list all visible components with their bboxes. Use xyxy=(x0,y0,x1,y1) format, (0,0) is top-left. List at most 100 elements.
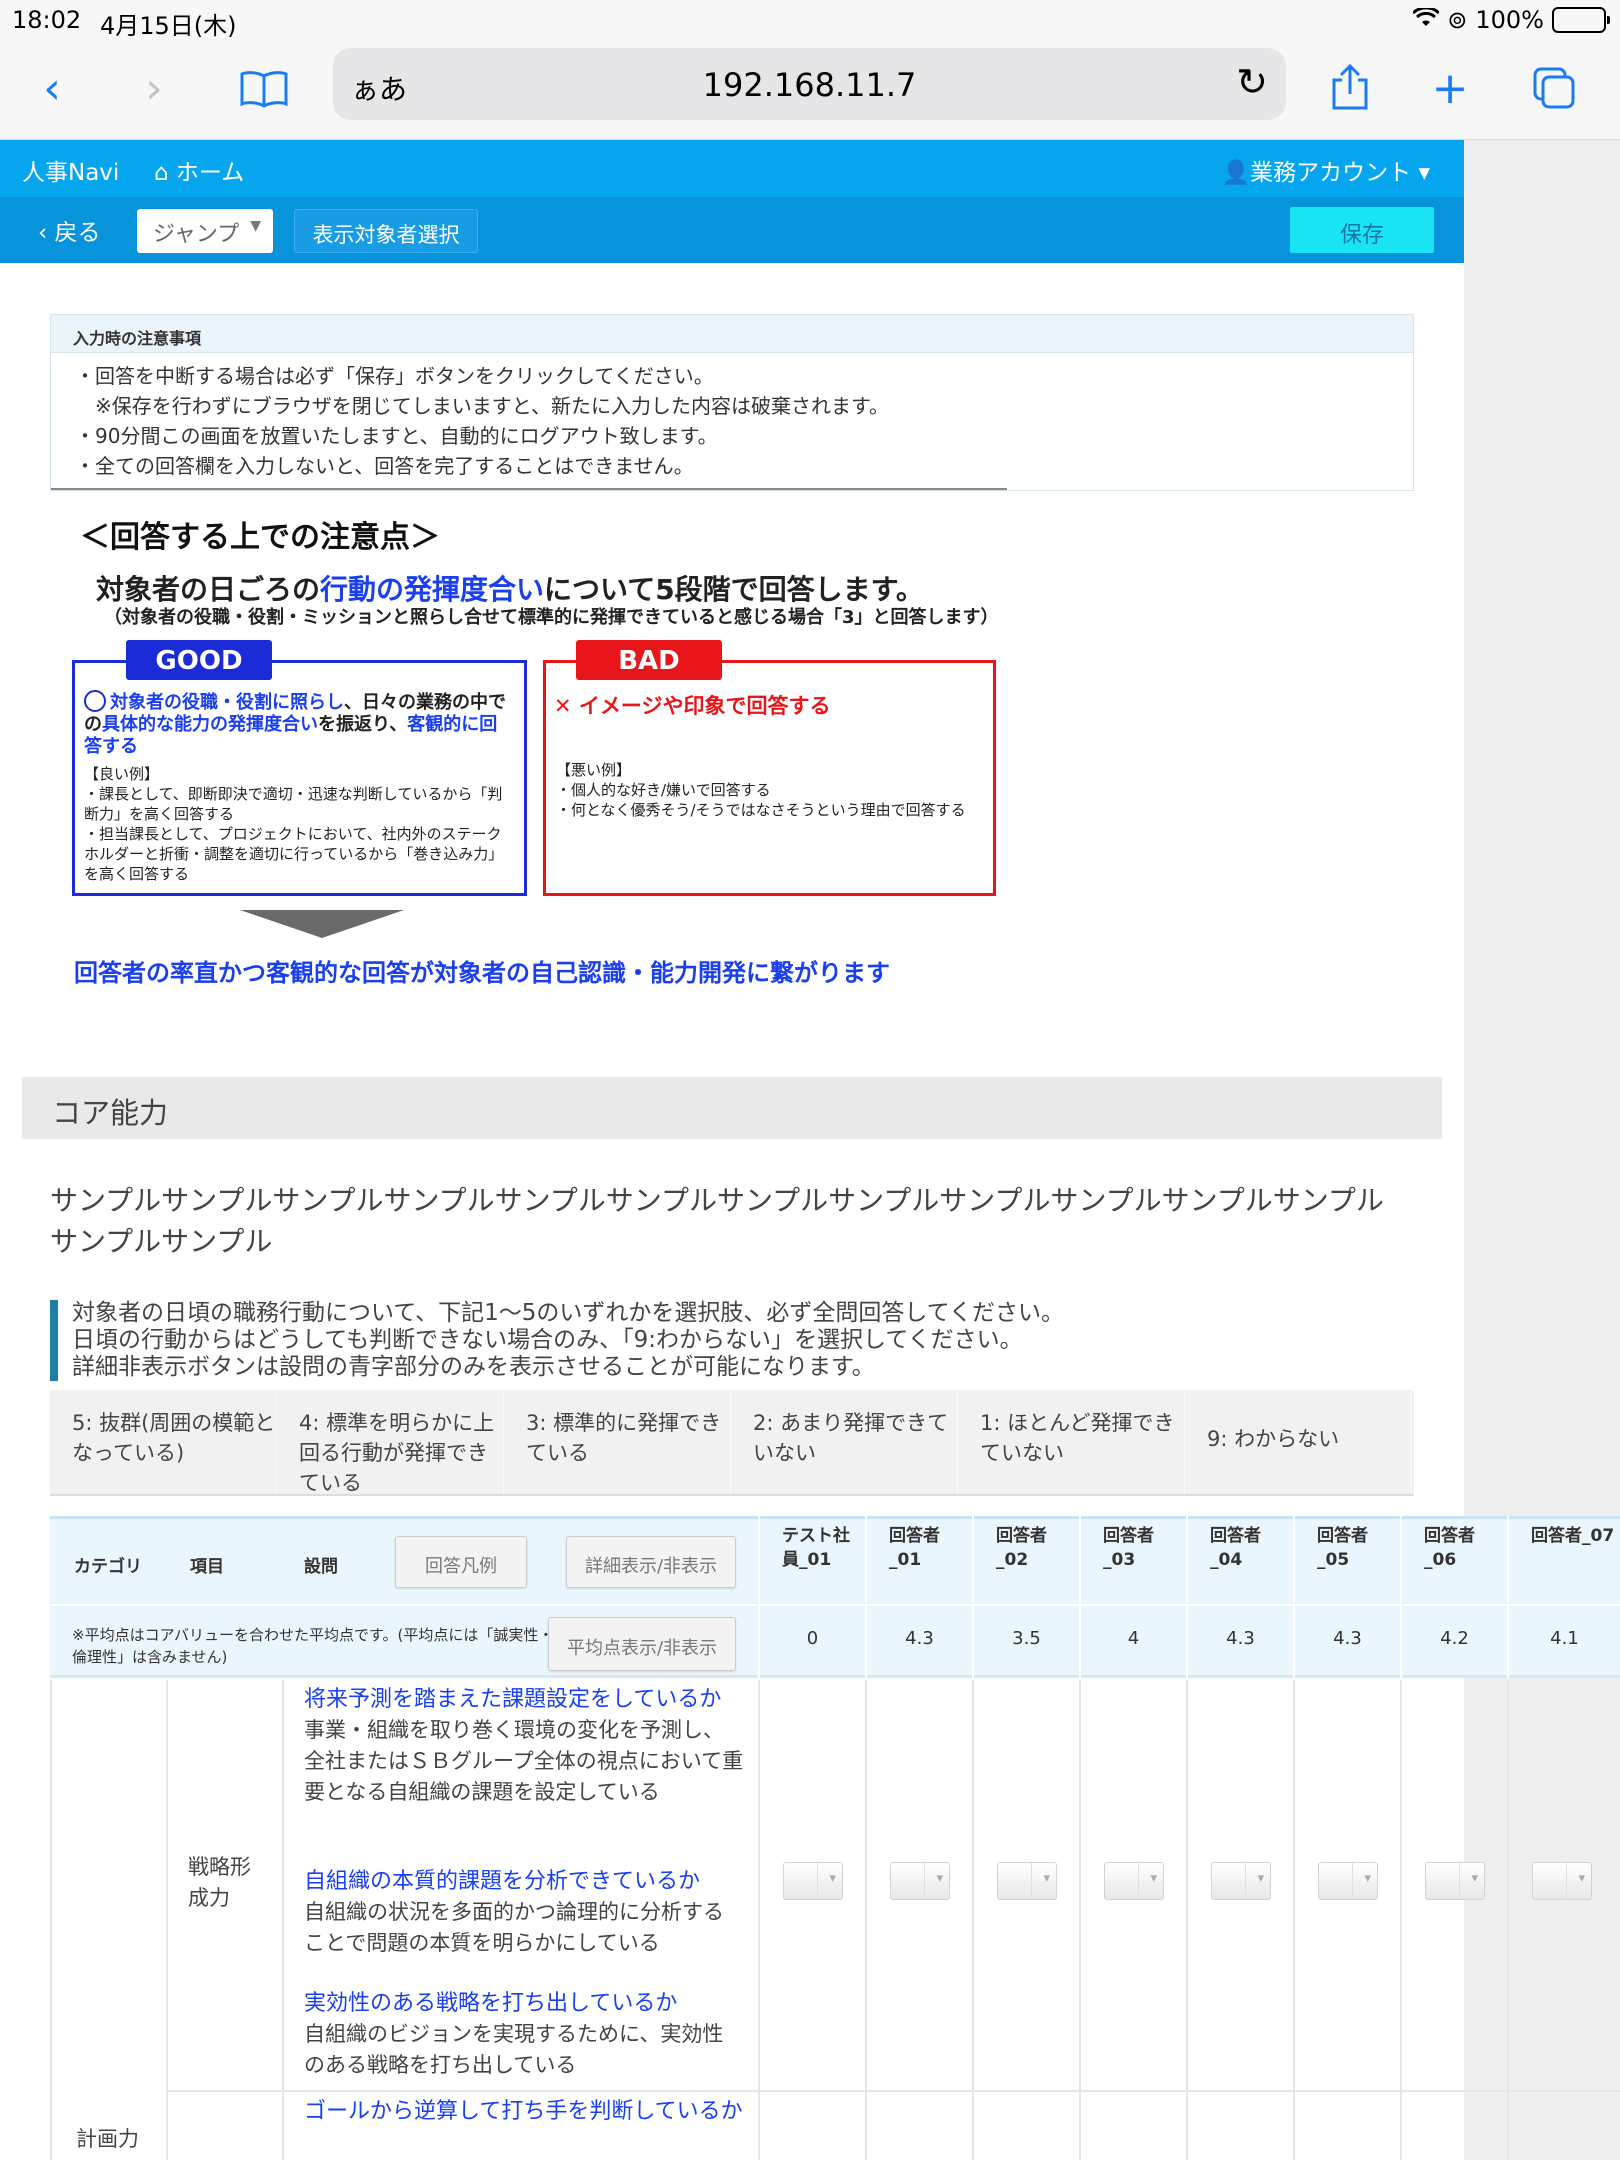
instruction-line: 詳細非表示ボタンは設問の青字部分のみを表示させることが可能になります。 xyxy=(72,1354,875,1380)
lead-text: 対象者の日ごろの xyxy=(96,573,321,606)
question-title: 実効性のある戦略を打ち出しているか xyxy=(304,1991,678,2016)
new-tab-icon[interactable]: + xyxy=(1420,58,1480,118)
question-block: 自組織の本質的課題を分析できているか 自組織の状況を多面的かつ論理的に分析するこ… xyxy=(304,1866,744,1959)
bad-example-item: ・何となく優秀そう/そうではなさそうという理由で回答する xyxy=(556,801,966,819)
share-icon[interactable] xyxy=(1320,58,1380,118)
question-title: ゴールから逆算して打ち手を判断しているか xyxy=(304,2099,743,2124)
scale-item: 2: あまり発揮できていない xyxy=(731,1390,958,1494)
home-icon: ⌂ xyxy=(154,160,176,186)
respondent-column: テスト社員_01 0 xyxy=(758,1516,865,1678)
answer-select[interactable] xyxy=(1425,1862,1485,1900)
average-toggle-button[interactable]: 平均点表示/非表示 xyxy=(548,1617,736,1671)
detail-toggle-button[interactable]: 詳細表示/非表示 xyxy=(566,1536,736,1588)
respondent-column: 回答者_06 4.2 xyxy=(1400,1516,1507,1678)
user-icon: 👤 xyxy=(1221,160,1251,186)
respondent-name: 回答者_05 xyxy=(1317,1526,1368,1570)
respondent-column: 回答者_01 4.3 xyxy=(865,1516,972,1678)
average-note: ※平均点はコアバリューを合わせた平均点です。(平均点には「誠実性・倫理性」は含み… xyxy=(72,1626,554,1666)
grid-line xyxy=(166,1680,168,2160)
good-example-item: ・課長として、即断即決で適切・迅速な判断しているから「判断力」を高く回答する xyxy=(84,785,503,823)
answer-select[interactable] xyxy=(997,1862,1057,1900)
back-label: 戻る xyxy=(54,220,101,246)
account-menu[interactable]: 👤業務アカウント ▾ xyxy=(1222,153,1431,187)
battery-icon xyxy=(1552,7,1610,33)
back-button[interactable]: ‹ 戻る xyxy=(38,213,101,247)
answer-select[interactable] xyxy=(1211,1862,1271,1900)
grid-line xyxy=(1186,1680,1188,2160)
grid-line xyxy=(1400,1680,1402,2160)
answer-select[interactable] xyxy=(1532,1862,1592,1900)
respondent-average: 4.3 xyxy=(905,1628,934,1649)
question-description: 事業・組織を取り巻く環境の変化を予測し、全社またはＳＢグループ全体の視点において… xyxy=(304,1718,744,1804)
answer-select[interactable] xyxy=(1318,1862,1378,1900)
grid-line xyxy=(865,1680,867,2160)
app-brand[interactable]: 人事Navi xyxy=(22,153,119,187)
bad-text: イメージや印象で回答する xyxy=(578,694,831,718)
respondent-name: 回答者_03 xyxy=(1103,1526,1154,1570)
answer-select[interactable] xyxy=(1104,1862,1164,1900)
section-title: コア能力 xyxy=(22,1077,1442,1139)
tabs-overview-icon[interactable] xyxy=(1524,58,1584,118)
jump-label: ジャンプ xyxy=(153,222,240,247)
notice-line: ・回答を中断する場合は必ず「保存」ボタンをクリックしてください。 xyxy=(75,364,714,388)
home-label: ホーム xyxy=(175,160,245,186)
question-block: 将来予測を踏まえた課題設定をしているか 事業・組織を取り巻く環境の変化を予測し、… xyxy=(304,1684,744,1808)
target-select-button[interactable]: 表示対象者選択 xyxy=(294,209,478,253)
scale-item: 4: 標準を明らかに上回る行動が発揮できている xyxy=(277,1390,504,1495)
respondent-column: 回答者_02 3.5 xyxy=(972,1516,1079,1678)
orientation-lock-icon: ⊚ xyxy=(1447,6,1468,34)
notice-divider xyxy=(51,488,1007,490)
forward-arrow-icon[interactable]: › xyxy=(124,58,184,118)
legend-button[interactable]: 回答凡例 xyxy=(395,1536,527,1588)
app-header: 人事Navi ⌂ ホーム 👤業務アカウント ▾ xyxy=(0,140,1464,197)
respondent-column: 回答者_07 4.1 xyxy=(1507,1516,1620,1678)
chevron-left-icon: ‹ xyxy=(38,220,55,246)
question-description: 自組織のビジョンを実現するために、実効性のある戦略を打ち出している xyxy=(304,2022,724,2077)
respondent-name: テスト社員_01 xyxy=(782,1526,850,1570)
circle-icon xyxy=(84,690,106,712)
bad-example-item: ・個人的な好き/嫌いで回答する xyxy=(556,781,771,799)
url-text[interactable]: 192.168.11.7 xyxy=(333,66,1286,104)
action-bar: ‹ 戻る ジャンプ ▼ 表示対象者選択 保存 xyxy=(0,197,1464,263)
clock: 18:02 xyxy=(12,6,82,34)
answer-select[interactable] xyxy=(783,1862,843,1900)
date: 4月15日(木) xyxy=(100,12,237,40)
col-question: 設問 xyxy=(304,1557,338,1577)
section-description: サンプルサンプルサンプルサンプルサンプルサンプルサンプルサンプルサンプルサンプル… xyxy=(50,1184,1384,1258)
table-body: 戦略形成力 計画力 将来予測を踏まえた課題設定をしているか 事業・組織を取り巻く… xyxy=(50,1680,1620,2160)
back-arrow-icon[interactable]: ‹ xyxy=(22,58,82,118)
respondent-average: 4.1 xyxy=(1550,1628,1579,1649)
status-indicators: ⊚ 100% xyxy=(1412,6,1610,34)
jump-dropdown[interactable]: ジャンプ ▼ xyxy=(137,209,273,253)
good-examples-title: 【良い例】 xyxy=(84,765,160,783)
guidance-title: ＜回答する上での注意点＞ xyxy=(80,520,440,555)
respondent-average: 4 xyxy=(1127,1628,1140,1649)
input-notice-panel: 入力時の注意事項 ・回答を中断する場合は必ず「保存」ボタンをクリックしてください… xyxy=(50,314,1414,491)
question-title: 将来予測を踏まえた課題設定をしているか xyxy=(304,1687,722,1712)
bad-examples-title: 【悪い例】 xyxy=(556,761,632,779)
reload-icon[interactable]: ↻ xyxy=(1236,60,1268,104)
cross-icon: ✕ xyxy=(554,694,579,718)
bookmarks-icon[interactable] xyxy=(234,58,294,118)
status-bar: 18:02 4月15日(木) ⊚ 100% xyxy=(0,0,1620,40)
answer-select[interactable] xyxy=(890,1862,950,1900)
bad-examples: 【悪い例】 ・個人的な好き/嫌いで回答する ・何となく優秀そう/そうではなさそう… xyxy=(556,760,966,820)
notice-title: 入力時の注意事項 xyxy=(51,315,1413,353)
respondent-column: 回答者_05 4.3 xyxy=(1293,1516,1400,1678)
address-bar[interactable]: ぁあ 192.168.11.7 ↻ xyxy=(333,48,1286,120)
instruction-line: 日頃の行動からはどうしても判断できない場合のみ、「9:わからない」を選択してくだ… xyxy=(72,1327,1023,1353)
save-button[interactable]: 保存 xyxy=(1290,207,1434,253)
good-text: 具体的な能力の発揮度合い xyxy=(102,714,318,735)
guidance-conclusion: 回答者の率直かつ客観的な回答が対象者の自己認識・能力開発に繋がります xyxy=(74,959,890,987)
account-label: 業務アカウント xyxy=(1250,160,1412,186)
good-main-text: 対象者の役職・役割に照らし、日々の業務の中での具体的な能力の発揮度合いを振返り、… xyxy=(84,690,514,758)
respondent-name: 回答者_04 xyxy=(1210,1526,1261,1570)
respondent-name: 回答者_01 xyxy=(889,1526,940,1570)
home-link[interactable]: ⌂ ホーム xyxy=(154,153,244,187)
respondent-name: 回答者_07 xyxy=(1531,1526,1615,1546)
question-block: 実効性のある戦略を打ち出しているか 自組織のビジョンを実現するために、実効性のあ… xyxy=(304,1988,744,2081)
bad-tag: BAD xyxy=(576,640,722,680)
grid-line xyxy=(1293,1680,1295,2160)
scale-item: 1: ほとんど発揮できていない xyxy=(958,1390,1185,1494)
grid-line xyxy=(1507,1680,1509,2160)
